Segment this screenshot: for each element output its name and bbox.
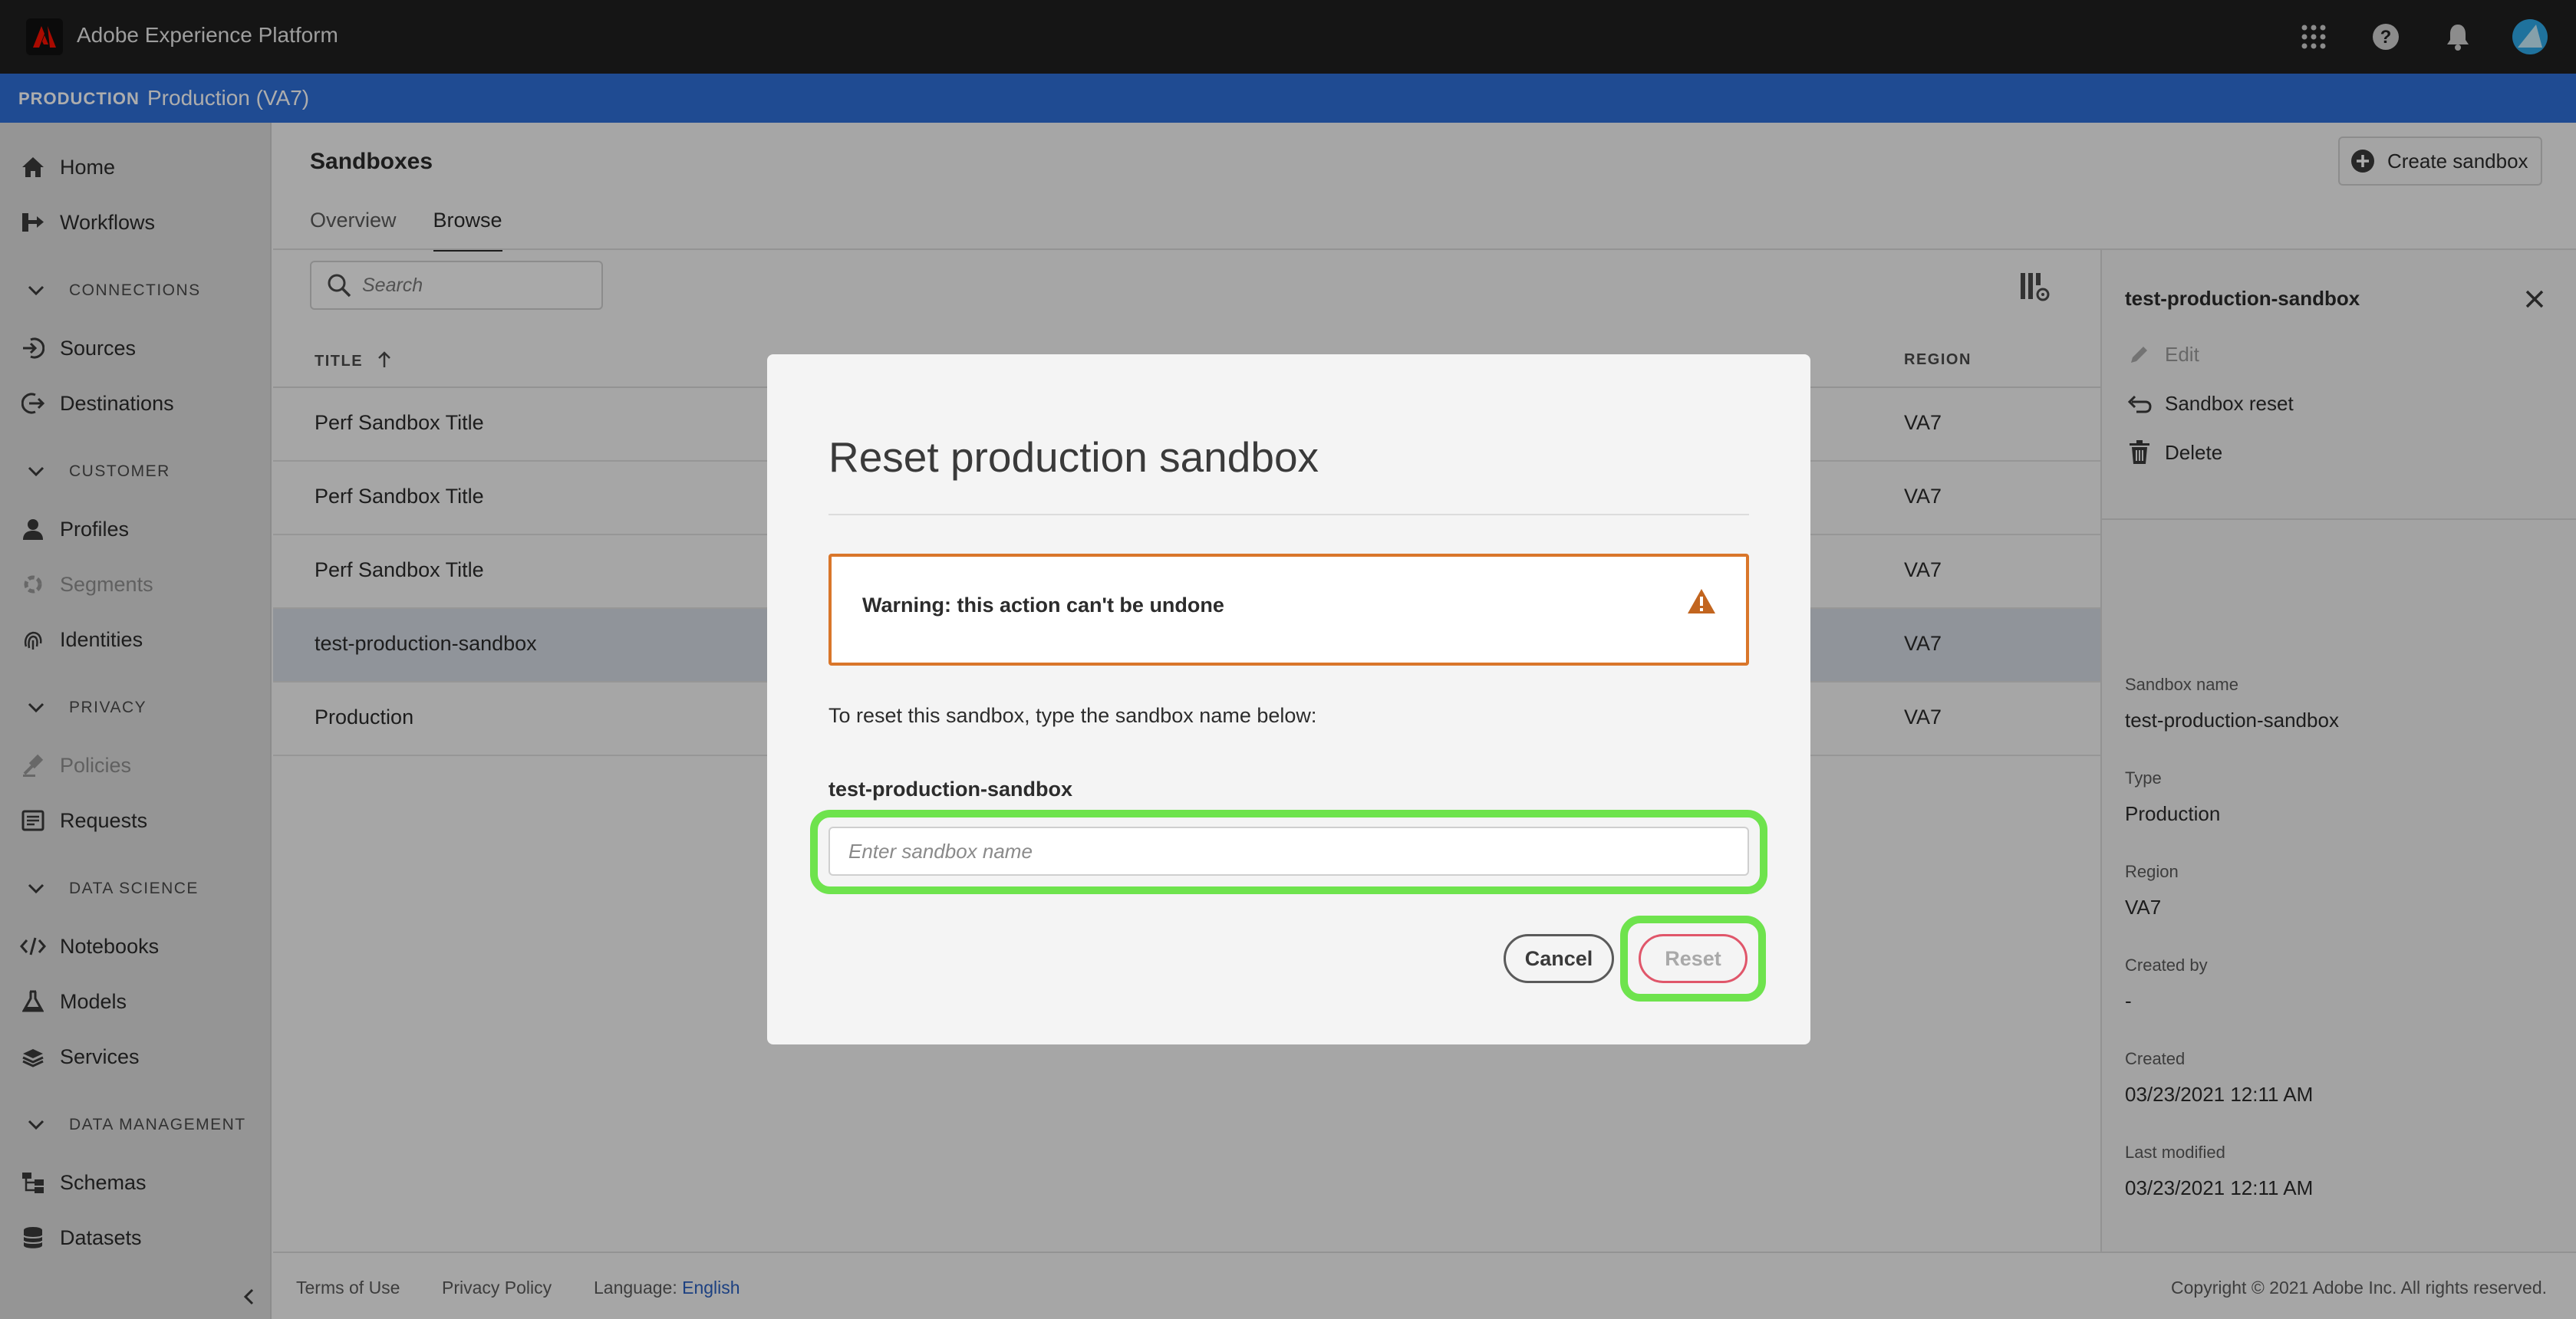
cancel-button[interactable]: Cancel <box>1504 934 1614 983</box>
alert-triangle-icon <box>1686 587 1720 621</box>
dialog-divider <box>828 514 1749 515</box>
input-highlight <box>810 810 1767 894</box>
dialog-title: Reset production sandbox <box>828 433 1319 481</box>
warning-alert: Warning: this action can't be undone <box>828 554 1749 666</box>
reset-highlight <box>1620 916 1766 1002</box>
dialog-instruction: To reset this sandbox, type the sandbox … <box>828 704 1317 727</box>
warning-text: Warning: this action can't be undone <box>862 594 1224 617</box>
sandbox-name-label: test-production-sandbox <box>828 778 1072 801</box>
reset-sandbox-dialog: Reset production sandbox Warning: this a… <box>767 354 1810 1044</box>
